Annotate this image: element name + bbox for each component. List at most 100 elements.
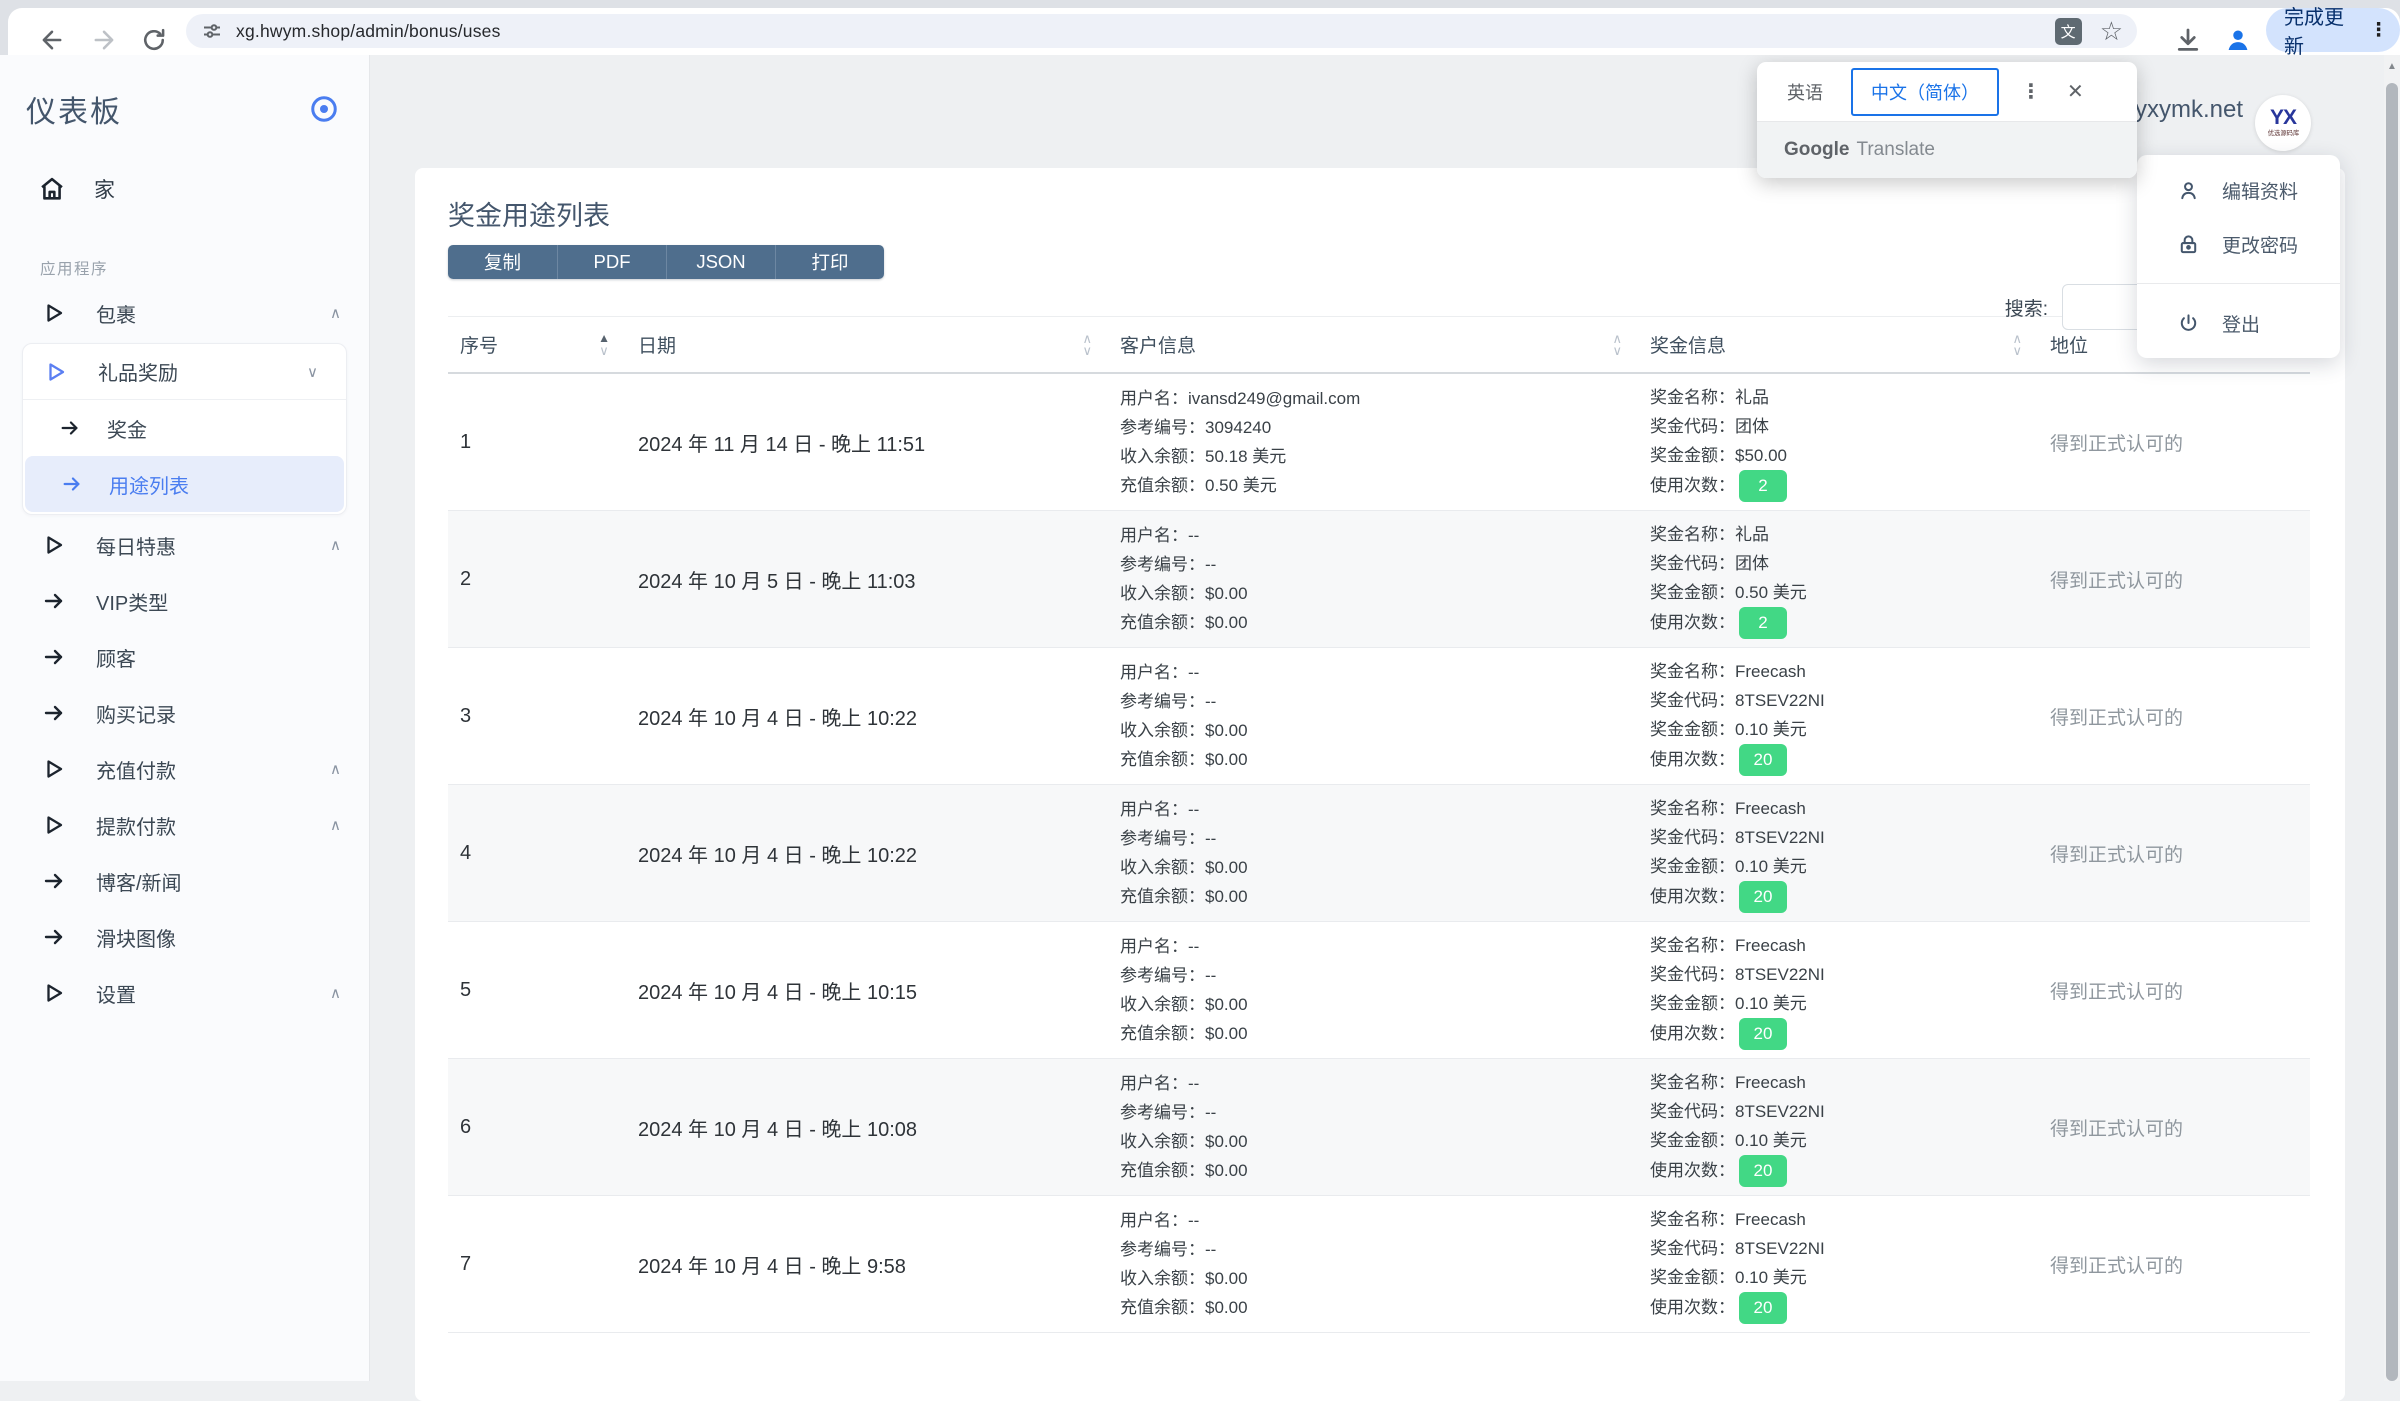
translate-brand-text: Translate [1856, 139, 1935, 161]
bonus-code-value: 8TSEV22NI [1735, 1097, 1825, 1126]
triangle-icon [42, 533, 66, 557]
print-button[interactable]: 打印 [775, 245, 884, 279]
bonus-name-label: 奖金名称： [1650, 1068, 1735, 1097]
translate-tab-chinese-selected[interactable]: 中文（简体） [1851, 68, 1999, 116]
dashboard-title: 仪表板 [26, 87, 122, 131]
close-icon[interactable]: ✕ [2067, 79, 2084, 104]
site-settings-icon[interactable] [200, 19, 224, 43]
bookmark-star-icon[interactable]: ☆ [2100, 18, 2123, 44]
translate-tab-english[interactable]: 英语 [1787, 79, 1823, 105]
menu-item-logout[interactable]: 登出 [2137, 296, 2340, 350]
more-options-icon[interactable]: ⋮ [2021, 79, 2041, 104]
forward-button[interactable] [90, 26, 118, 54]
sidebar-item-vip-types[interactable]: VIP类型 [0, 573, 369, 629]
ref-value: -- [1205, 1098, 1216, 1127]
target-icon[interactable] [309, 94, 339, 124]
scroll-up-arrow[interactable]: ▲ [2384, 61, 2400, 72]
sidebar-item-daily-deals[interactable]: 每日特惠 ∧ [0, 517, 369, 573]
income-value: $0.00 [1205, 990, 1248, 1019]
sort-down-icon: ∨ [1082, 345, 1092, 356]
column-header-no[interactable]: 序号 ▲∨ [448, 317, 638, 372]
cell-bonus-info: 奖金名称：Freecash 奖金代码：8TSEV22NI 奖金金额：0.10 美… [1650, 1196, 2050, 1332]
sidebar-item-uses-list[interactable]: 用途列表 [25, 456, 344, 512]
apps-section-label: 应用程序 [40, 257, 369, 279]
column-header-date[interactable]: 日期 ∧∨ [638, 317, 1120, 372]
menu-item-edit-profile[interactable]: 编辑资料 [2137, 163, 2340, 217]
menu-item-change-password[interactable]: 更改密码 [2137, 217, 2340, 271]
sidebar-item-home[interactable]: 家 [0, 165, 369, 213]
triangle-icon [42, 813, 66, 837]
bonus-name-value: 礼品 [1735, 383, 1769, 412]
page-title: 奖金用途列表 [448, 194, 2345, 233]
cell-bonus-info: 奖金名称：Freecash 奖金代码：8TSEV22NI 奖金金额：0.10 美… [1650, 1059, 2050, 1195]
bonus-code-label: 奖金代码： [1650, 549, 1735, 578]
reload-button[interactable] [140, 26, 168, 54]
ref-label: 参考编号： [1120, 413, 1205, 442]
income-label: 收入余额： [1120, 990, 1205, 1019]
profile-icon[interactable] [2223, 25, 2253, 55]
bonus-name-label: 奖金名称： [1650, 383, 1735, 412]
copy-button[interactable]: 复制 [448, 245, 557, 279]
income-label: 收入余额： [1120, 1127, 1205, 1156]
ref-label: 参考编号： [1120, 1235, 1205, 1264]
sidebar-item-withdrawal-payments[interactable]: 提款付款 ∧ [0, 797, 369, 853]
sidebar-item-recharge-payments[interactable]: 充值付款 ∧ [0, 741, 369, 797]
cell-customer-info: 用户名：-- 参考编号：-- 收入余额：$0.00 充值余额：$0.00 [1120, 1196, 1650, 1332]
bonus-name-label: 奖金名称： [1650, 794, 1735, 823]
json-button[interactable]: JSON [666, 245, 775, 279]
avatar[interactable]: YX 优选源码库 [2255, 95, 2311, 151]
finish-update-chip[interactable]: 完成更新 ⋮ [2266, 8, 2400, 52]
uses-label: 使用次数： [1650, 882, 1735, 911]
ref-value: 3094240 [1205, 413, 1271, 442]
bonus-amount-value: 0.10 美元 [1735, 989, 1807, 1018]
income-value: $0.00 [1205, 579, 1248, 608]
sidebar-item-purchase-records[interactable]: 购买记录 [0, 685, 369, 741]
arrow-right-icon [42, 925, 66, 949]
sidebar-item-slider-images[interactable]: 滑块图像 [0, 909, 369, 965]
sidebar-item-package[interactable]: 包裹 ∧ [0, 285, 369, 341]
bonus-amount-value: $50.00 [1735, 441, 1787, 470]
sidebar-item-bonus[interactable]: 奖金 [23, 400, 346, 456]
bonus-amount-label: 奖金金额： [1650, 852, 1735, 881]
column-header-customer[interactable]: 客户信息 ∧∨ [1120, 317, 1650, 372]
cell-status: 得到正式认可的 [2050, 511, 2310, 647]
ref-label: 参考编号： [1120, 961, 1205, 990]
chip-menu-icon[interactable]: ⋮ [2369, 19, 2388, 42]
sidebar-item-settings[interactable]: 设置 ∧ [0, 965, 369, 1021]
username-label: 用户名： [1120, 384, 1188, 413]
username-value: -- [1188, 795, 1199, 824]
bonus-code-value: 8TSEV22NI [1735, 960, 1825, 989]
recharge-label: 充值余额： [1120, 471, 1205, 500]
back-button[interactable] [38, 26, 66, 54]
sidebar-item-gift-rewards[interactable]: 礼品奖励 ∨ [23, 344, 346, 400]
cell-bonus-info: 奖金名称：礼品 奖金代码：团体 奖金金额：0.50 美元 使用次数：2 [1650, 511, 2050, 647]
downloads-icon[interactable] [2173, 25, 2203, 55]
table-row: 2 2024 年 10 月 5 日 - 晚上 11:03 用户名：-- 参考编号… [448, 511, 2310, 648]
bonus-name-label: 奖金名称： [1650, 520, 1735, 549]
ref-value: -- [1205, 824, 1216, 853]
sidebar-item-customers[interactable]: 顾客 [0, 629, 369, 685]
cell-status: 得到正式认可的 [2050, 785, 2310, 921]
lock-icon [2177, 233, 2200, 256]
income-label: 收入余额： [1120, 579, 1205, 608]
address-bar[interactable]: xg.hwym.shop/admin/bonus/uses 文 ☆ [186, 14, 2137, 48]
income-value: 50.18 美元 [1205, 442, 1286, 471]
username-value: -- [1188, 1069, 1199, 1098]
bonus-amount-value: 0.50 美元 [1735, 578, 1807, 607]
recharge-value: $0.00 [1205, 1019, 1248, 1048]
sidebar-item-blog-news[interactable]: 博客/新闻 [0, 853, 369, 909]
scrollbar-thumb[interactable] [2386, 83, 2398, 1381]
translate-icon[interactable]: 文 [2055, 18, 2082, 45]
bonus-code-label: 奖金代码： [1650, 960, 1735, 989]
bonus-name-value: Freecash [1735, 657, 1806, 686]
uses-label: 使用次数： [1650, 1293, 1735, 1322]
pdf-button[interactable]: PDF [557, 245, 666, 279]
cell-row-number: 4 [448, 785, 638, 921]
recharge-value: $0.00 [1205, 1156, 1248, 1185]
cell-bonus-info: 奖金名称：Freecash 奖金代码：8TSEV22NI 奖金金额：0.10 美… [1650, 922, 2050, 1058]
column-header-bonus[interactable]: 奖金信息 ∧∨ [1650, 317, 2050, 372]
username-value: -- [1188, 932, 1199, 961]
triangle-icon [42, 981, 66, 1005]
username-value: -- [1188, 1206, 1199, 1235]
bonus-name-value: Freecash [1735, 794, 1806, 823]
